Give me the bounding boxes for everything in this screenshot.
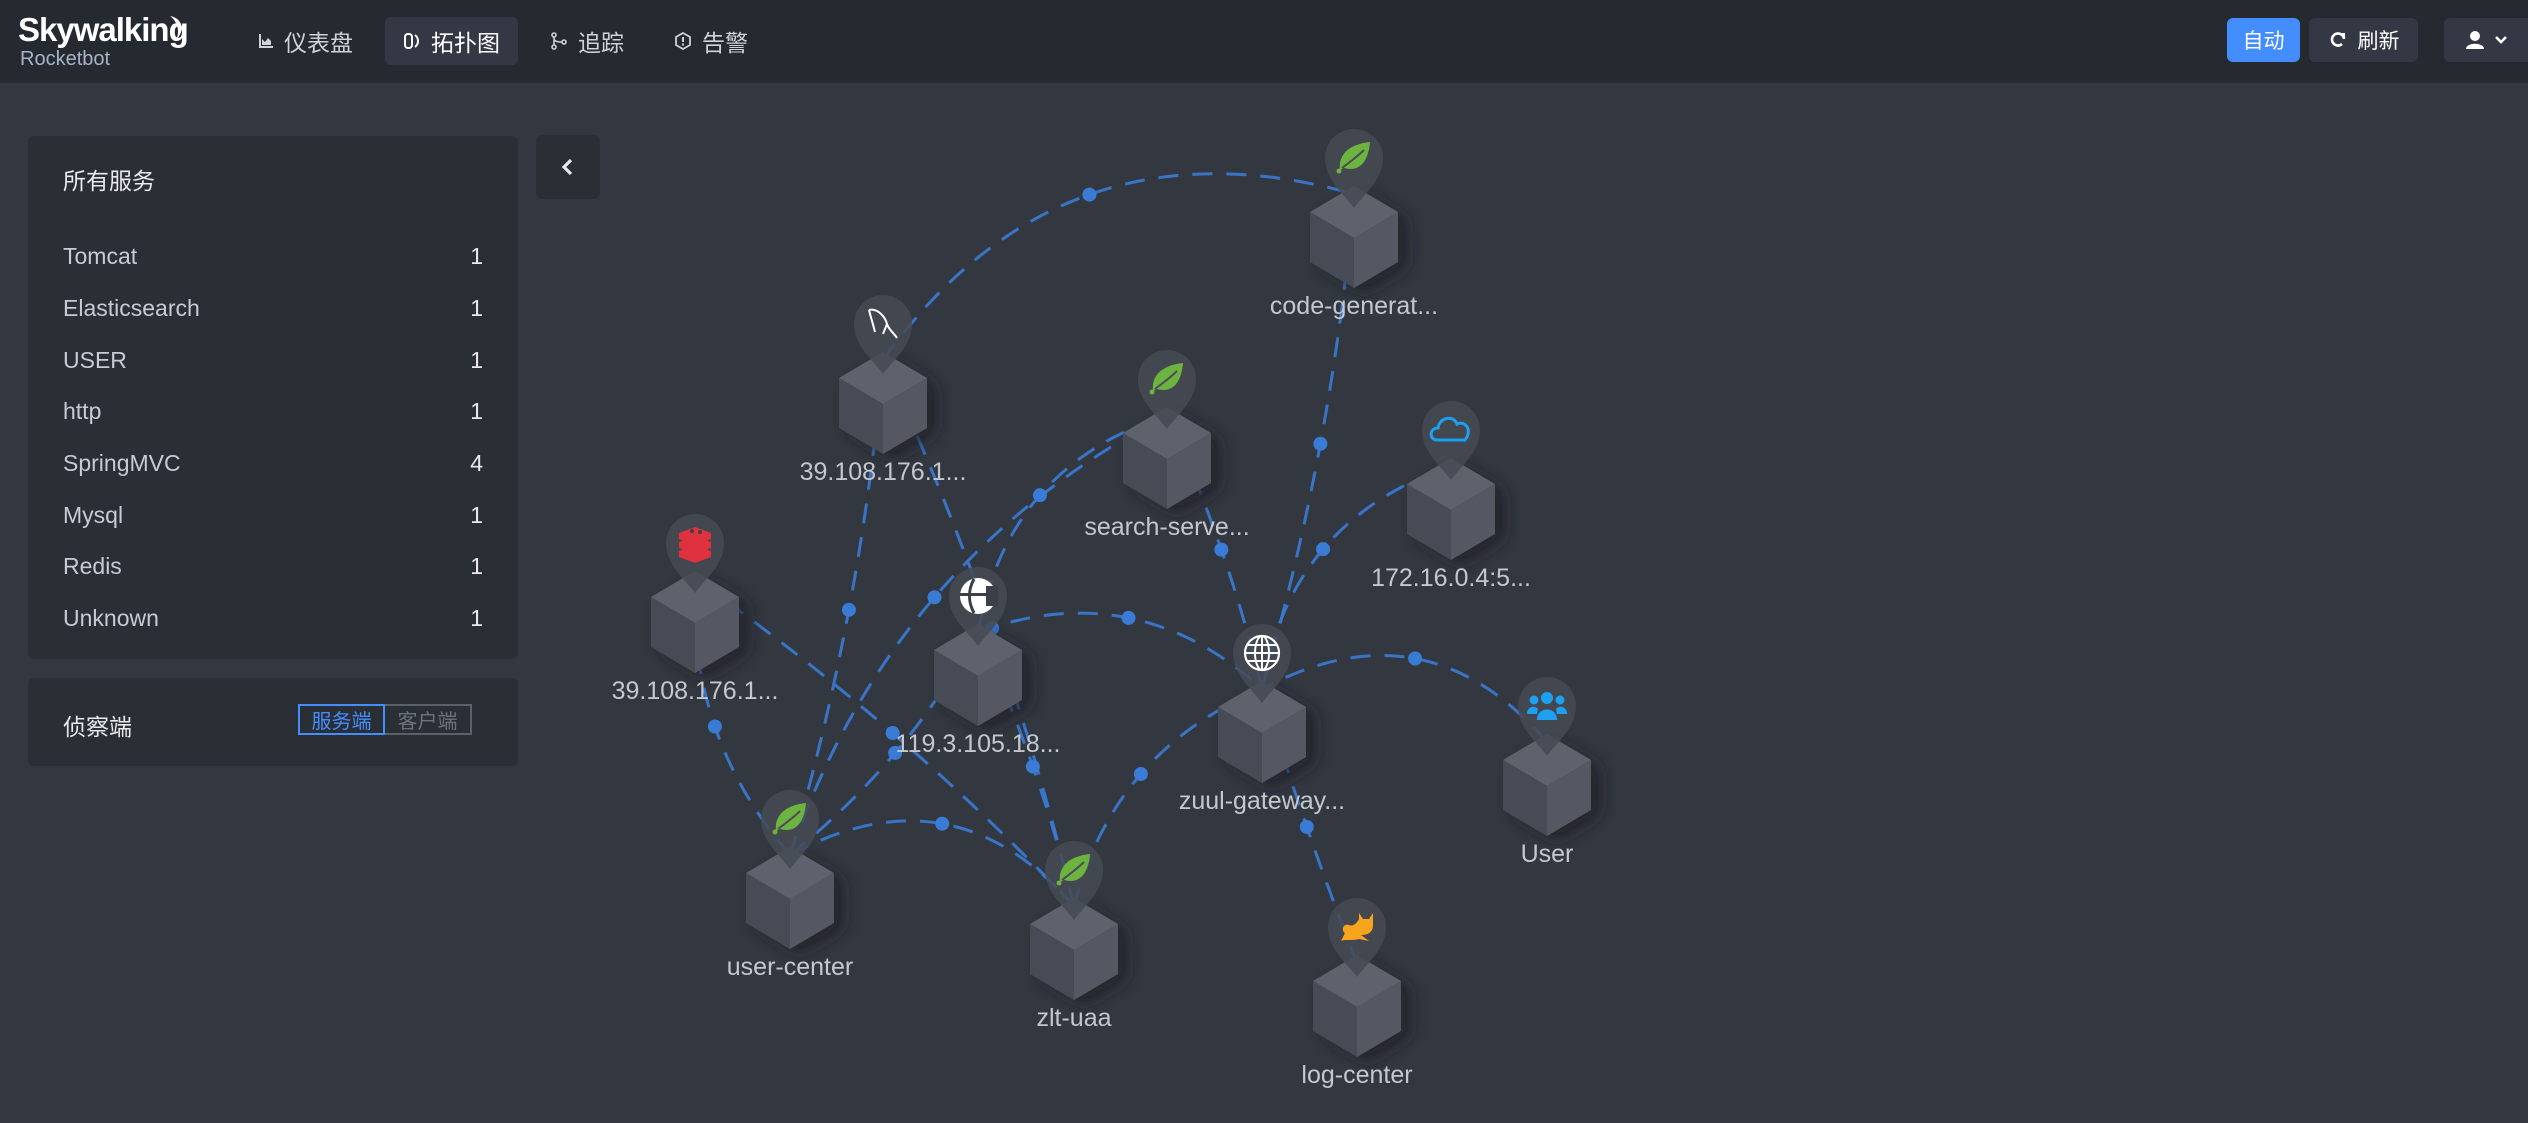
- edge-midpoint-marker[interactable]: [935, 816, 950, 831]
- node-label: 119.3.105.18...: [896, 730, 1061, 758]
- service-name: Mysql: [63, 501, 124, 528]
- edge-midpoint-marker[interactable]: [1082, 187, 1097, 202]
- service-item-user[interactable]: USER 1: [63, 334, 483, 386]
- edge-midpoint-marker[interactable]: [1133, 767, 1148, 781]
- node-label: log-center: [1301, 1061, 1412, 1089]
- nav-alarm[interactable]: 告警: [656, 17, 766, 65]
- topology-node-redis[interactable]: 39.108.176.1...: [612, 514, 779, 705]
- detect-point-panel: 侦察端 服务端 客户端: [28, 678, 518, 766]
- topology-node-mysql[interactable]: 39.108.176.1...: [800, 295, 967, 486]
- logo-title: Skywalking: [18, 11, 189, 48]
- logo-moon-icon: [170, 16, 182, 40]
- auto-refresh-button[interactable]: 自动: [2227, 18, 2300, 62]
- edge-midpoint-marker[interactable]: [1025, 759, 1040, 774]
- top-bar: Skywalking Rocketbot 仪表盘 拓扑图 追踪 告警 自动 刷新: [0, 0, 2528, 83]
- chevron-left-icon: [561, 158, 573, 176]
- node-label: 39.108.176.1...: [612, 677, 779, 705]
- service-list: Tomcat 1 Elasticsearch 1 USER 1 http 1 Sprin…: [63, 231, 483, 645]
- user-icon: [2466, 31, 2484, 49]
- main-nav: 仪表盘 拓扑图 追踪 告警: [240, 17, 780, 75]
- node-label: zuul-gateway...: [1179, 787, 1345, 815]
- topology-node-user-center[interactable]: user-center: [727, 790, 853, 981]
- service-item-elasticsearch[interactable]: Elasticsearch 1: [63, 283, 483, 335]
- refresh-label: 刷新: [2357, 30, 2400, 53]
- logo-subtitle: Rocketbot: [20, 48, 111, 70]
- edge-midpoint-marker[interactable]: [1121, 610, 1136, 625]
- edge-midpoint-marker[interactable]: [1214, 542, 1229, 557]
- service-name: USER: [63, 346, 127, 373]
- nav-dashboard-label: 仪表盘: [284, 30, 353, 56]
- topology-node-zuul-gateway[interactable]: zuul-gateway...: [1179, 624, 1345, 815]
- edge-midpoint-marker[interactable]: [1313, 436, 1328, 451]
- node-label: zlt-uaa: [1036, 1004, 1111, 1032]
- service-item-http[interactable]: http 1: [63, 386, 483, 438]
- service-count: 1: [470, 605, 483, 632]
- service-count: 4: [470, 450, 483, 477]
- nav-trace-label: 追踪: [578, 30, 624, 56]
- topology-node-elasticsearch[interactable]: 119.3.105.18...: [896, 567, 1061, 758]
- service-count: 1: [470, 501, 483, 528]
- edge-midpoint-marker[interactable]: [1299, 819, 1314, 834]
- service-name: Redis: [63, 553, 122, 580]
- edge-midpoint-marker[interactable]: [707, 719, 722, 734]
- topology-icon: [404, 33, 419, 49]
- client-side-option[interactable]: 客户端: [385, 704, 472, 735]
- service-item-mysql[interactable]: Mysql 1: [63, 489, 483, 541]
- service-item-springmvc[interactable]: SpringMVC 4: [63, 438, 483, 490]
- node-pin-bubble: [854, 295, 912, 374]
- service-name: Elasticsearch: [63, 295, 200, 322]
- trace-icon: [551, 32, 567, 50]
- service-count: 1: [470, 243, 483, 270]
- node-label: 172.16.0.4:5...: [1371, 564, 1531, 592]
- refresh-button[interactable]: 刷新: [2309, 18, 2418, 62]
- nav-trace[interactable]: 追踪: [532, 17, 642, 65]
- nav-topology-label: 拓扑图: [431, 30, 500, 56]
- edge-midpoint-marker[interactable]: [841, 602, 856, 617]
- service-count: 1: [470, 553, 483, 580]
- user-menu-button[interactable]: [2444, 18, 2528, 62]
- topology-node-zlt-uaa[interactable]: zlt-uaa: [1030, 841, 1118, 1032]
- nav-dashboard[interactable]: 仪表盘: [240, 17, 371, 65]
- detect-point-label: 侦察端: [63, 714, 132, 740]
- nav-alarm-label: 告警: [702, 30, 748, 56]
- alarm-icon: [675, 32, 691, 50]
- chevron-down-icon: [2495, 36, 2507, 44]
- topology-node-log-center[interactable]: log-center: [1301, 898, 1413, 1089]
- service-count: 1: [470, 295, 483, 322]
- topology-node-user[interactable]: User: [1503, 677, 1591, 868]
- redis-icon: [679, 527, 711, 563]
- edge-midpoint-marker[interactable]: [1316, 542, 1331, 557]
- service-name: Tomcat: [63, 243, 138, 270]
- service-name: SpringMVC: [63, 450, 181, 477]
- topology-node-search-server[interactable]: search-serve...: [1084, 350, 1250, 541]
- server-side-option[interactable]: 服务端: [298, 704, 385, 735]
- topology-node-code-generator[interactable]: code-generat...: [1270, 129, 1438, 320]
- service-item-tomcat[interactable]: Tomcat 1: [63, 231, 483, 283]
- node-label: search-serve...: [1084, 513, 1249, 541]
- node-label: user-center: [727, 953, 853, 981]
- globe-icon: [1243, 634, 1281, 672]
- logo: Skywalking Rocketbot: [18, 11, 189, 71]
- topology-edge[interactable]: [881, 172, 1355, 361]
- refresh-icon: [2330, 32, 2345, 47]
- service-item-unknown[interactable]: Unknown 1: [63, 593, 483, 645]
- edge-midpoint-marker[interactable]: [1408, 651, 1423, 666]
- edge-midpoint-marker[interactable]: [927, 590, 942, 605]
- nodes-layer: code-generat... 39.108.176.1... search-ser…: [612, 129, 1591, 1089]
- services-panel-title: 所有服务: [63, 168, 155, 194]
- services-panel: 所有服务 Tomcat 1 Elasticsearch 1 USER 1 http 1 …: [28, 136, 518, 659]
- topology-node-cloud-172[interactable]: 172.16.0.4:5...: [1371, 401, 1531, 592]
- service-name: http: [63, 398, 102, 425]
- node-label: 39.108.176.1...: [800, 458, 967, 486]
- chart-icon: [259, 34, 273, 48]
- service-item-redis[interactable]: Redis 1: [63, 541, 483, 593]
- node-label: code-generat...: [1270, 292, 1438, 320]
- service-count: 1: [470, 398, 483, 425]
- service-count: 1: [470, 346, 483, 373]
- service-name: Unknown: [63, 605, 159, 632]
- nav-topology[interactable]: 拓扑图: [385, 17, 518, 65]
- detect-point-toggle: 服务端 客户端: [298, 704, 472, 735]
- collapse-panel-button[interactable]: [536, 135, 600, 199]
- node-label: User: [1521, 840, 1574, 868]
